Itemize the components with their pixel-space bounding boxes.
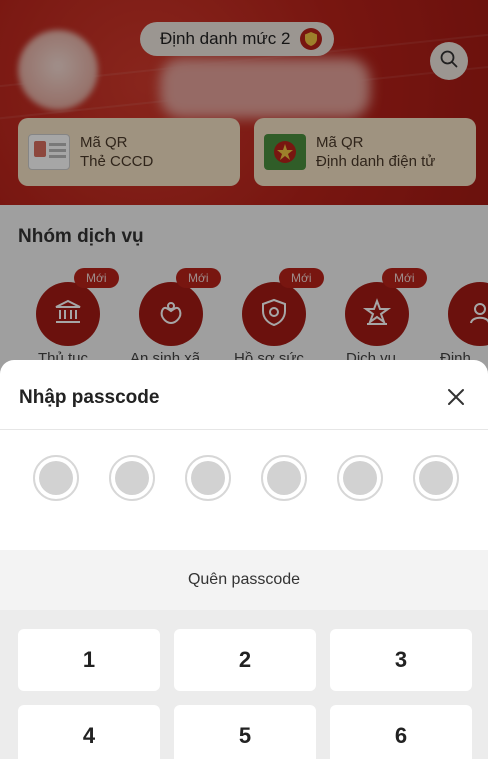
- key-2[interactable]: 2: [174, 629, 316, 691]
- passcode-dot: [413, 455, 459, 501]
- passcode-dot: [185, 455, 231, 501]
- passcode-sheet: Nhập passcode Quên passcode 1 2 3 4 5 6: [0, 360, 488, 759]
- passcode-title: Nhập passcode: [19, 387, 160, 408]
- key-4[interactable]: 4: [18, 705, 160, 759]
- numeric-keypad: 1 2 3 4 5 6: [0, 610, 488, 759]
- passcode-dot: [261, 455, 307, 501]
- key-1[interactable]: 1: [18, 629, 160, 691]
- passcode-indicator: [0, 455, 488, 503]
- forgot-passcode-row: Quên passcode: [0, 550, 488, 610]
- passcode-dot: [109, 455, 155, 501]
- close-icon: [447, 388, 465, 411]
- forgot-passcode-link[interactable]: Quên passcode: [188, 571, 300, 589]
- key-5[interactable]: 5: [174, 705, 316, 759]
- passcode-sheet-header: Nhập passcode: [0, 360, 488, 430]
- passcode-dot: [33, 455, 79, 501]
- close-button[interactable]: [441, 384, 471, 414]
- passcode-dot: [337, 455, 383, 501]
- key-6[interactable]: 6: [330, 705, 472, 759]
- key-3[interactable]: 3: [330, 629, 472, 691]
